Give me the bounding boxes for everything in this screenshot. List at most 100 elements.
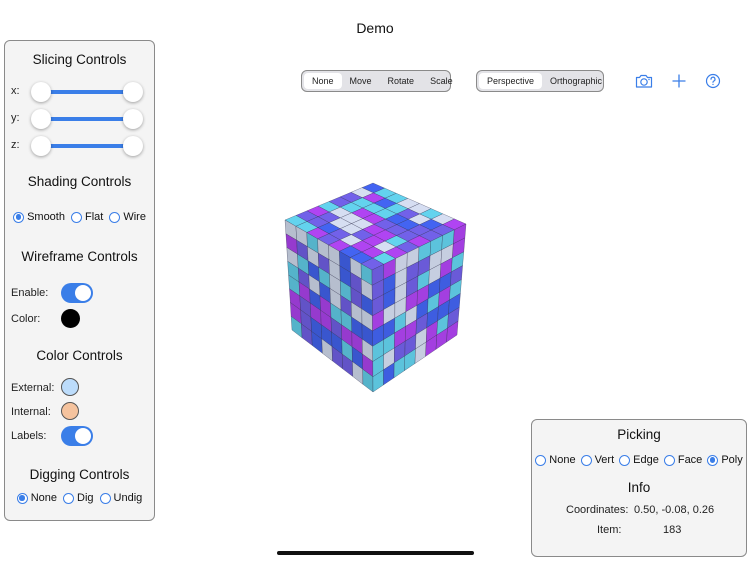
top-voxel-face[interactable] [419,208,444,220]
top-voxel-face[interactable] [362,202,386,214]
left-voxel-face[interactable] [318,266,331,289]
top-voxel-face[interactable] [317,233,341,246]
top-voxel-face[interactable] [317,201,341,213]
top-voxel-face[interactable] [349,251,374,265]
left-voxel-face[interactable] [361,278,373,301]
projection-orthographic-segment[interactable]: Orthographic [542,73,610,89]
top-voxel-face[interactable] [373,229,398,242]
right-voxel-face[interactable] [383,317,396,341]
right-voxel-face[interactable] [446,320,459,343]
right-voxel-face[interactable] [404,333,417,357]
top-voxel-face[interactable] [306,205,330,217]
left-voxel-face[interactable] [297,253,310,276]
shading-wire-radio[interactable]: Wire [109,211,146,223]
top-voxel-face[interactable] [418,229,444,242]
wireframe-color-swatch[interactable] [61,309,80,328]
left-voxel-face[interactable] [308,274,321,297]
digging-none-radio[interactable]: None [16,492,57,504]
left-voxel-face[interactable] [307,260,320,283]
right-voxel-face[interactable] [394,311,407,334]
top-voxel-face[interactable] [384,224,409,236]
right-voxel-face[interactable] [447,306,460,329]
external-color-swatch[interactable] [61,378,79,396]
right-voxel-face[interactable] [371,263,385,286]
right-voxel-face[interactable] [393,340,406,364]
top-voxel-face[interactable] [295,210,319,222]
right-voxel-face[interactable] [416,298,429,321]
help-button[interactable] [703,71,723,91]
slice-z-slider[interactable] [31,135,143,157]
left-voxel-face[interactable] [300,309,312,332]
top-voxel-face[interactable] [328,206,353,219]
left-voxel-face[interactable] [286,247,299,269]
top-voxel-face[interactable] [350,218,375,230]
right-voxel-face[interactable] [425,334,438,357]
top-voxel-face[interactable] [407,224,432,236]
left-voxel-face[interactable] [296,239,309,262]
top-voxel-face[interactable] [383,246,408,259]
right-voxel-face[interactable] [435,327,448,350]
digging-undig-radio[interactable]: Undig [99,492,142,504]
mode-rotate-segment[interactable]: Rotate [380,73,423,89]
left-voxel-face[interactable] [307,246,320,268]
left-voxel-face[interactable] [310,316,323,340]
right-voxel-face[interactable] [428,263,442,285]
right-voxel-face[interactable] [383,302,396,326]
top-voxel-face[interactable] [442,218,467,231]
left-voxel-face[interactable] [350,257,362,280]
left-voxel-face[interactable] [319,281,331,304]
slice-x-slider[interactable] [31,81,143,103]
digging-dig-radio[interactable]: Dig [63,492,94,504]
left-voxel-face[interactable] [331,345,343,370]
top-voxel-face[interactable] [339,202,364,214]
mode-move-segment[interactable]: Move [342,73,380,89]
left-voxel-face[interactable] [319,295,332,318]
internal-color-swatch[interactable] [61,402,79,420]
left-voxel-face[interactable] [350,271,362,295]
labels-toggle[interactable] [61,426,93,446]
left-voxel-face[interactable] [339,265,352,288]
right-voxel-face[interactable] [371,278,384,301]
left-voxel-face[interactable] [361,323,373,347]
left-voxel-face[interactable] [361,338,374,362]
right-voxel-face[interactable] [448,292,461,315]
picking-vert-radio[interactable]: Vert [580,454,614,466]
picking-none-radio[interactable]: None [535,454,576,466]
left-voxel-face[interactable] [301,323,313,347]
left-voxel-face[interactable] [339,250,351,273]
left-voxel-face[interactable] [289,288,301,311]
shading-smooth-radio[interactable]: Smooth [13,211,65,223]
top-voxel-face[interactable] [361,246,385,259]
top-voxel-face[interactable] [362,224,386,236]
right-voxel-face[interactable] [439,271,452,293]
right-voxel-face[interactable] [416,283,430,306]
left-voxel-face[interactable] [287,260,300,283]
left-voxel-face[interactable] [329,273,341,296]
top-voxel-face[interactable] [373,197,398,209]
top-voxel-face[interactable] [350,240,374,253]
top-voxel-face[interactable] [339,192,364,203]
left-voxel-face[interactable] [351,346,363,370]
top-voxel-face[interactable] [395,198,421,209]
right-voxel-face[interactable] [418,240,432,263]
left-voxel-face[interactable] [361,293,373,317]
top-voxel-face[interactable] [350,187,375,198]
left-voxel-face[interactable] [341,338,353,363]
left-voxel-face[interactable] [290,315,303,339]
shading-flat-radio[interactable]: Flat [70,211,103,223]
top-voxel-face[interactable] [350,197,375,209]
top-voxel-face[interactable] [372,187,397,199]
left-voxel-face[interactable] [330,302,342,326]
slice-y-slider[interactable] [31,108,143,130]
slider-min-handle[interactable] [31,82,51,102]
picking-edge-radio[interactable]: Edge [619,454,659,466]
slider-max-handle[interactable] [123,109,143,129]
left-voxel-face[interactable] [298,281,311,304]
right-voxel-face[interactable] [372,324,384,347]
right-voxel-face[interactable] [415,312,428,335]
right-voxel-face[interactable] [437,299,450,322]
right-voxel-face[interactable] [429,249,442,271]
left-voxel-face[interactable] [340,309,353,333]
right-voxel-face[interactable] [383,258,396,280]
right-voxel-face[interactable] [405,304,418,327]
